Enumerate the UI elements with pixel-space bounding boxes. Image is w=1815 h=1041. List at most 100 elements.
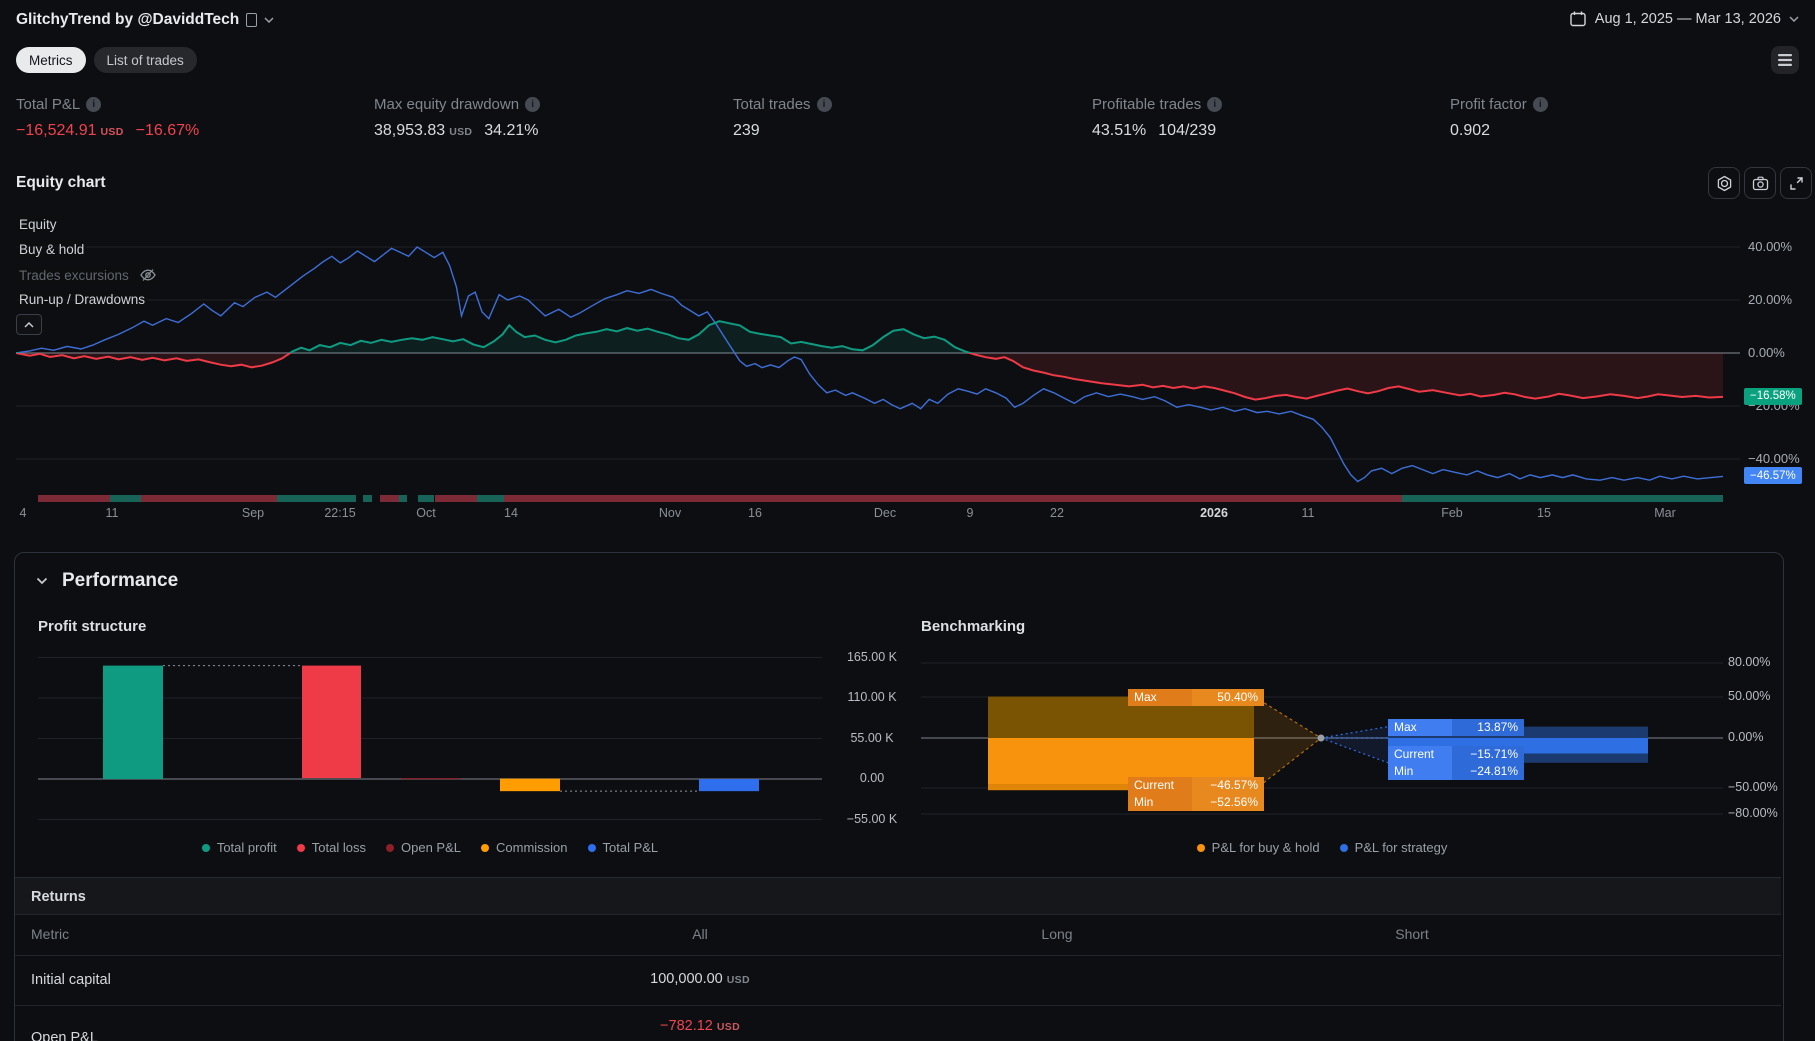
x-tick-label: 11 [105, 506, 119, 520]
fullscreen-button[interactable] [1780, 167, 1812, 199]
x-tick-label: 14 [504, 506, 518, 520]
metric-profit-factor: Profit factor i 0.902 [1450, 96, 1790, 140]
divider [15, 914, 1781, 915]
chart-settings-button[interactable] [1708, 167, 1740, 199]
camera-icon [1752, 176, 1768, 190]
benchmark-badge-bh-max: Max 50.40% [1128, 688, 1264, 706]
trade-strip-segment [477, 495, 504, 502]
y-tick-label: 0.00% [1728, 730, 1764, 744]
y-tick-label: 165.00 K [846, 649, 898, 664]
row-metric-label: Initial capital [31, 972, 111, 988]
info-icon[interactable]: i [816, 97, 832, 112]
legend-equity[interactable]: Equity [16, 216, 60, 233]
x-tick-label: 16 [748, 506, 762, 520]
trade-strip-segment [363, 495, 372, 502]
y-tick-label: 20.00% [1748, 292, 1793, 307]
info-icon[interactable]: i [86, 97, 102, 112]
profit-structure-legend: Total profit Total loss Open P&L Commission… [38, 840, 822, 855]
trade-strip-segment [1402, 495, 1723, 502]
profit-structure-plot[interactable] [38, 648, 828, 838]
column-header-short: Short [1395, 926, 1429, 942]
equity-chart-title: Equity chart [16, 174, 106, 191]
view-tabs: Metrics List of trades [16, 47, 197, 73]
x-tick-label: 2026 [1200, 506, 1228, 520]
calendar-icon [1570, 11, 1586, 27]
y-tick-label: 110.00 K [847, 690, 897, 704]
layout-menu-button[interactable] [1771, 46, 1799, 74]
trades-strip [16, 495, 1723, 502]
trade-strip-segment [380, 495, 399, 502]
chevron-down-icon [1789, 16, 1799, 22]
legend-dot [386, 843, 394, 852]
legend-item[interactable]: Total profit [201, 840, 277, 855]
performance-section-header[interactable]: Performance [36, 570, 178, 592]
legend-trades-excursions[interactable]: Trades excursions [16, 266, 160, 284]
strategy-title[interactable]: GlitchyTrend by @DaviddTech [16, 11, 274, 29]
chevron-down-icon [264, 17, 274, 23]
y-tick-label: 55.00 K [850, 730, 894, 745]
trade-strip-segment [110, 495, 141, 502]
snapshot-button[interactable] [1744, 167, 1776, 199]
x-tick-label: Feb [1441, 506, 1463, 520]
column-header-long: Long [1041, 926, 1073, 942]
y-tick-label: −80.00% [1728, 806, 1778, 820]
x-tick-label: Mar [1654, 506, 1676, 520]
x-tick-label: Sep [241, 506, 265, 520]
row-all-value: 100,000.00 USD [650, 971, 750, 987]
y-tick-label: 0.00% [1748, 345, 1785, 360]
legend-item[interactable]: Open P&L [386, 840, 461, 855]
equity-chart-plot[interactable] [16, 205, 1740, 500]
x-tick-label: 4 [19, 506, 27, 520]
returns-section-header: Returns [15, 877, 1781, 915]
trade-strip-segment [435, 495, 477, 502]
trade-strip-segment [38, 495, 110, 502]
y-tick-label: −50.00% [1728, 780, 1778, 794]
gear-icon [1717, 175, 1731, 191]
benchmarking-title: Benchmarking [921, 618, 1026, 635]
strategy-flag-icon [246, 13, 258, 27]
eye-off-icon [140, 269, 156, 281]
profit-structure-title: Profit structure [38, 618, 147, 635]
benchmark-badge-bh-min: Min −52.56% [1128, 793, 1264, 811]
legend-buy-and-hold[interactable]: Buy & hold [16, 241, 88, 258]
legend-item[interactable]: Total P&L [587, 840, 658, 855]
benchmark-badge-strat-min: Min −24.81% [1388, 762, 1524, 780]
divider [15, 1005, 1781, 1006]
x-tick-label: 9 [966, 506, 974, 520]
legend-dot [296, 843, 305, 852]
legend-dot [201, 843, 210, 852]
trade-strip-segment [418, 495, 434, 502]
legend-runup-drawdowns[interactable]: Run-up / Drawdowns [16, 291, 149, 308]
date-range-text: Aug 1, 2025 — Mar 13, 2026 [1594, 11, 1781, 27]
price-badge: −16.58% [1744, 387, 1802, 405]
x-tick-label: 11 [1301, 506, 1315, 520]
trade-strip-segment [504, 495, 1402, 502]
price-badge: −46.57% [1744, 467, 1802, 485]
benchmark-badge-strat-current: Current −15.71% [1388, 745, 1524, 763]
column-header-all: All [692, 926, 708, 942]
legend-dot [1339, 843, 1348, 852]
benchmarking-plot[interactable] [921, 648, 1723, 838]
x-tick-label: Dec [873, 506, 897, 520]
x-tick-label: Nov [658, 506, 682, 520]
x-tick-label: 22 [1050, 506, 1064, 520]
info-icon[interactable]: i [1207, 97, 1223, 112]
date-range-picker[interactable]: Aug 1, 2025 — Mar 13, 2026 [1569, 10, 1799, 28]
y-tick-label: 50.00% [1728, 689, 1771, 703]
legend-item[interactable]: Commission [481, 840, 568, 855]
x-tick-label: 22:15 [324, 506, 356, 520]
expand-icon [1789, 176, 1803, 190]
info-icon[interactable]: i [1532, 97, 1548, 112]
y-tick-label: −40.00% [1748, 451, 1800, 466]
legend-collapse-button[interactable] [16, 314, 42, 335]
column-header-metric: Metric [31, 926, 70, 942]
y-tick-label: 0.00 [859, 771, 885, 785]
row-metric-label: Open P&L [31, 1030, 98, 1041]
tab-metrics[interactable]: Metrics [16, 47, 86, 73]
tab-list-of-trades[interactable]: List of trades [93, 47, 197, 73]
legend-item[interactable]: P&L for buy & hold [1196, 840, 1320, 855]
legend-item[interactable]: P&L for strategy [1339, 840, 1447, 855]
legend-item[interactable]: Total loss [296, 840, 366, 855]
legend-dot [1196, 843, 1205, 852]
info-icon[interactable]: i [525, 97, 541, 112]
